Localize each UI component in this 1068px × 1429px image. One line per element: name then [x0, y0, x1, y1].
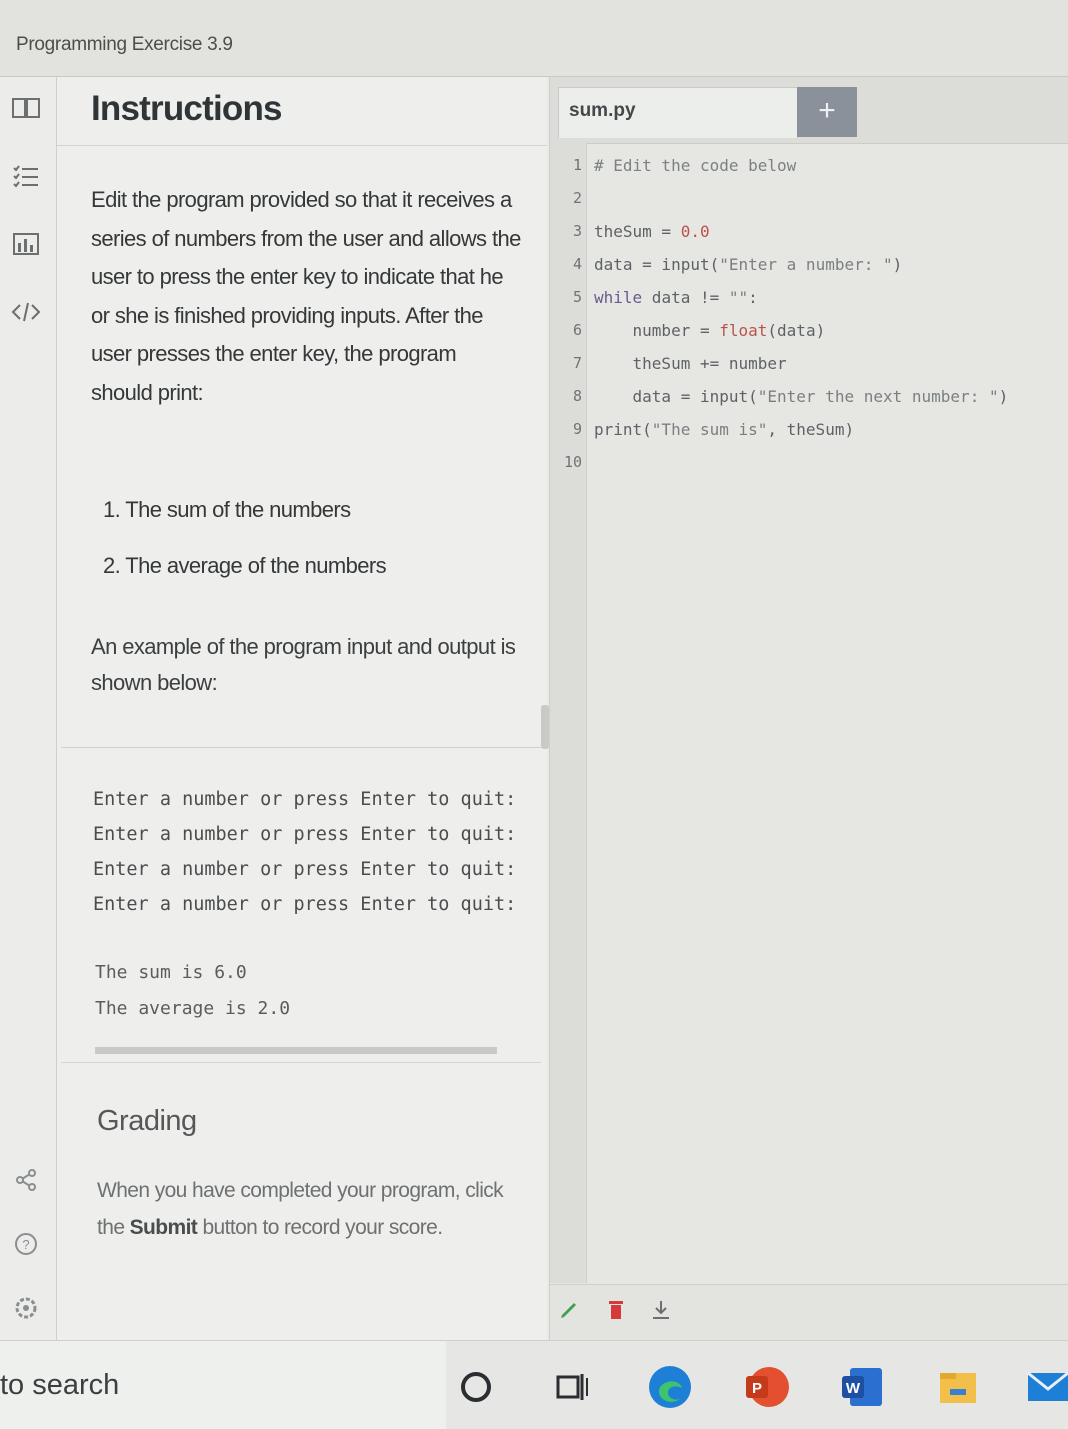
code-line: while data != "":: [594, 288, 758, 307]
code-string: "The sum is": [651, 420, 768, 439]
code-token: number =: [594, 321, 720, 340]
panel-resize-handle[interactable]: [541, 705, 549, 749]
code-line: # Edit the code below: [594, 156, 796, 175]
instructions-header: Instructions: [57, 77, 547, 146]
line-number: 3: [572, 222, 582, 240]
list-item: 2. The average of the numbers: [103, 553, 387, 578]
instructions-list: 1. The sum of the numbers 2. The average…: [103, 497, 523, 609]
code-line: print("The sum is", theSum): [594, 420, 854, 439]
line-number: 5: [572, 288, 582, 306]
pencil-icon[interactable]: [556, 1299, 582, 1325]
book-icon[interactable]: [8, 93, 44, 123]
file-tab-label: sum.py: [569, 100, 636, 121]
line-number-gutter: 1 2 3 4 5 6 7 8 9 10: [550, 143, 587, 1283]
task-list-icon[interactable]: [8, 161, 44, 191]
svg-text:W: W: [846, 1380, 861, 1397]
code-icon[interactable]: [8, 297, 44, 327]
code-token: data !=: [642, 288, 729, 307]
svg-text:?: ?: [22, 1237, 29, 1252]
line-number: 4: [572, 255, 582, 273]
code-token: theSum =: [594, 222, 681, 241]
code-token: ): [998, 387, 1009, 406]
grading-text: When you have completed your program, cl…: [97, 1172, 517, 1246]
code-keyword: while: [594, 288, 643, 307]
list-item: 1. The sum of the numbers: [103, 497, 351, 522]
line-number: 9: [572, 420, 582, 438]
editor-tab-bar: sum.py +: [550, 77, 1068, 144]
sample-line: Enter a number or press Enter to quit:: [93, 789, 517, 810]
example-intro: An example of the program input and outp…: [91, 634, 516, 695]
line-number: 8: [572, 387, 582, 405]
instructions-panel: Instructions Edit the program provided s…: [57, 77, 547, 1340]
sample-line: Enter a number or press Enter to quit:: [93, 824, 517, 845]
edge-browser-icon[interactable]: [646, 1363, 694, 1411]
sample-output: Enter a number or press Enter to quit: E…: [93, 782, 516, 922]
search-placeholder: to search: [0, 1369, 120, 1401]
powerpoint-icon[interactable]: P: [742, 1363, 790, 1411]
code-token: theSum += number: [594, 354, 787, 373]
trash-icon[interactable]: [603, 1299, 629, 1325]
os-taskbar: to search P W: [0, 1340, 1068, 1429]
sample-line: Enter a number or press Enter to quit:: [93, 859, 517, 880]
chart-icon[interactable]: [8, 229, 44, 259]
line-number: 1: [572, 156, 582, 174]
code-string: "": [728, 288, 749, 307]
code-token: :: [748, 288, 758, 307]
code-token: , theSum): [767, 420, 855, 439]
instructions-title: Instructions: [91, 89, 283, 128]
line-number: 2: [572, 189, 582, 207]
submit-label: Submit: [129, 1216, 198, 1239]
grading-text-post: button to record your score.: [197, 1216, 443, 1239]
share-icon[interactable]: [8, 1165, 44, 1195]
settings-icon[interactable]: [8, 1293, 44, 1323]
cortana-icon[interactable]: [452, 1363, 500, 1411]
code-token: ): [892, 255, 903, 274]
code-line: number = float(data): [594, 321, 826, 340]
code-editor-panel: sum.py + 1 2 3 4 5 6 7 8 9 10 # Edit the…: [549, 77, 1068, 1341]
code-number: 0.0: [680, 222, 710, 241]
separator-bar: [95, 1047, 497, 1054]
left-rail: ?: [0, 77, 57, 1340]
window-title-bar: Programming Exercise 3.9: [0, 0, 1068, 77]
divider: [61, 1062, 541, 1063]
code-line: data = input("Enter a number: "): [594, 255, 902, 274]
sample-results: The sum is 6.0 The average is 2.0: [95, 955, 290, 1027]
editor-toolbar: [550, 1284, 1068, 1341]
code-line: theSum += number: [594, 354, 787, 373]
line-number: 10: [563, 453, 582, 471]
task-view-icon[interactable]: [548, 1363, 596, 1411]
exercise-title: Programming Exercise 3.9: [16, 34, 233, 55]
code-token: data = input(: [594, 387, 758, 406]
sample-result-line: The sum is 6.0: [95, 962, 247, 983]
svg-text:P: P: [752, 1380, 762, 1397]
code-string: "Enter the next number: ": [757, 387, 999, 406]
code-line: theSum = 0.0: [594, 222, 710, 241]
code-token: print(: [594, 420, 652, 439]
code-line: data = input("Enter the next number: "): [594, 387, 1009, 406]
help-icon[interactable]: ?: [8, 1229, 44, 1259]
code-function: float: [719, 321, 768, 340]
mail-icon[interactable]: [1024, 1363, 1068, 1411]
line-number: 6: [572, 321, 582, 339]
sample-line: Enter a number or press Enter to quit:: [93, 894, 517, 915]
download-icon[interactable]: [648, 1299, 674, 1325]
code-comment: # Edit the code below: [594, 156, 797, 175]
divider: [61, 747, 541, 748]
file-tab[interactable]: sum.py: [558, 87, 798, 138]
add-file-button[interactable]: +: [797, 87, 857, 137]
file-explorer-icon[interactable]: [934, 1363, 982, 1411]
grading-title: Grading: [97, 1105, 197, 1137]
word-icon[interactable]: W: [838, 1363, 886, 1411]
code-token: data = input(: [594, 255, 720, 274]
code-string: "Enter a number: ": [719, 255, 893, 274]
code-token: (data): [767, 321, 826, 340]
instructions-text: Edit the program provided so that it rec…: [91, 187, 521, 405]
sample-result-line: The average is 2.0: [95, 998, 291, 1019]
line-number: 7: [572, 354, 582, 372]
taskbar-search[interactable]: to search: [0, 1341, 446, 1429]
